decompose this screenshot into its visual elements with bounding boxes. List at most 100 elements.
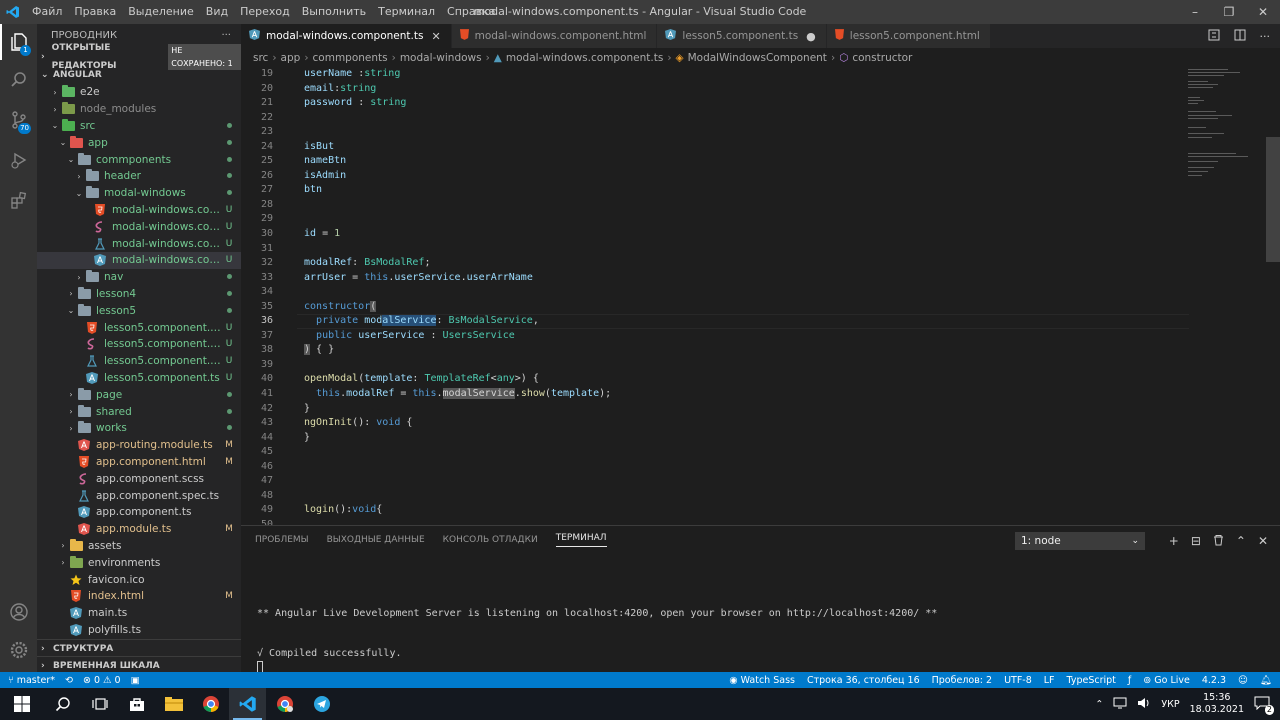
tree-file[interactable]: app.component.spec.ts [37,487,241,504]
terminal-select[interactable]: 1: node ⌄ [1015,532,1145,550]
tree-folder[interactable]: ⌄ modal-windows [37,185,241,202]
go-live-status[interactable]: ⊚ Go Live [1143,675,1190,686]
tree-file[interactable]: lesson5.component.scss U [37,336,241,353]
keyboard-language[interactable]: УКР [1161,699,1179,710]
editor-tab[interactable]: lesson5.component.html [826,24,991,48]
tree-folder[interactable]: › shared [37,403,241,420]
tree-file[interactable]: favicon.ico [37,571,241,588]
tree-folder[interactable]: ⌄ src [37,118,241,135]
tab-debug-console[interactable]: КОНСОЛЬ ОТЛАДКИ [443,535,538,545]
minimap[interactable] [1186,67,1266,525]
tree-file[interactable]: modal-windows.compo... U [37,202,241,219]
menu-view[interactable]: Вид [200,0,234,24]
split-terminal-icon[interactable]: ⊟ [1191,534,1201,548]
tab-problems[interactable]: ПРОБЛЕМЫ [255,535,309,545]
chrome-icon[interactable] [192,688,229,720]
settings-gear-icon[interactable] [0,632,37,668]
terminal-output[interactable]: ** Angular Live Development Server is li… [257,566,937,674]
close-tab-icon[interactable]: ✕ [431,30,440,43]
tree-folder[interactable]: ⌄ commponents [37,151,241,168]
tree-folder[interactable]: › lesson4 [37,286,241,303]
tree-folder[interactable]: › header [37,168,241,185]
problems-status[interactable]: ⊗ 0 ⚠ 0 [83,675,121,686]
source-control-icon[interactable]: 70 [0,102,37,138]
notification-center-icon[interactable]: 2 [1254,696,1274,715]
tree-file[interactable]: modal-windows.compo... U [37,251,241,269]
clock[interactable]: 15:36 18.03.2021 [1190,692,1244,716]
menu-go[interactable]: Переход [234,0,296,24]
version-status[interactable]: 4.2.3 [1202,675,1226,686]
run-debug-icon[interactable] [0,142,37,178]
outline-section[interactable]: › СТРУКТУРА [37,639,241,656]
maximize-button[interactable]: ❐ [1212,0,1246,24]
tree-folder[interactable]: › e2e [37,84,241,101]
tree-file[interactable]: lesson5.component.ts U [37,370,241,387]
bell-icon[interactable]: 🔔︎ [1260,675,1272,686]
unsaved-dot-icon[interactable]: ● [806,30,816,43]
editor-tab[interactable]: modal-windows.component.ts ✕ [241,24,452,48]
code-lines[interactable]: userName :string email:string password : s… [304,67,1204,525]
split-editor-icon[interactable] [1234,29,1246,44]
tree-file[interactable]: modal-windows.compo... U [37,235,241,252]
tree-file[interactable]: index.html M [37,588,241,605]
code-editor[interactable]: 19 20 21 22 23 24 25 26 27 28 29 30 31 32 33 34 35 36 37 38… [241,67,1280,525]
editor-tab[interactable]: lesson5.component.ts ● [657,24,827,48]
breadcrumb-src[interactable]: src [253,52,268,64]
start-button-icon[interactable] [0,688,44,720]
file-explorer-taskbar-icon[interactable] [155,688,192,720]
breadcrumb-file[interactable]: modal-windows.component.ts [506,52,663,64]
open-changes-icon[interactable] [1208,29,1220,44]
encoding-status[interactable]: UTF-8 [1004,675,1032,686]
editor-scrollbar-thumb[interactable] [1266,137,1280,262]
menu-selection[interactable]: Выделение [122,0,200,24]
breadcrumb-app[interactable]: app [281,52,301,64]
tree-file[interactable]: lesson5.component.spec.ts U [37,353,241,370]
tab-output[interactable]: ВЫХОДНЫЕ ДАННЫЕ [327,535,425,545]
tree-folder[interactable]: › assets [37,538,241,555]
account-icon[interactable] [0,594,37,630]
minimize-button[interactable]: – [1178,0,1212,24]
tree-file[interactable]: main.ts [37,605,241,622]
tree-file[interactable]: lesson5.component.html U [37,319,241,336]
watch-sass-status[interactable]: ◉ Watch Sass [729,675,795,686]
eol-status[interactable]: LF [1044,675,1055,686]
new-terminal-icon[interactable]: + [1169,534,1179,548]
chrome-profile-icon[interactable] [266,688,303,720]
task-view-icon[interactable] [81,688,118,720]
tree-folder[interactable]: ⌄ app [37,134,241,151]
branch-status[interactable]: ⑂ master* [8,675,55,686]
timeline-section[interactable]: › ВРЕМЕННАЯ ШКАЛА [37,656,241,672]
tree-file[interactable]: app.module.ts M [37,521,241,538]
tree-folder[interactable]: › nav [37,269,241,286]
search-icon[interactable] [0,62,37,98]
indentation-status[interactable]: Пробелов: 2 [932,675,992,686]
feedback-icon[interactable]: ☺ [1238,675,1248,686]
tree-file[interactable]: app-routing.module.ts M [37,437,241,454]
breadcrumb-class[interactable]: ModalWindowsComponent [688,52,827,64]
tree-file[interactable]: app.component.html M [37,454,241,471]
tree-folder[interactable]: ⌄ lesson5 [37,302,241,319]
tree-folder[interactable]: › works [37,420,241,437]
menu-run[interactable]: Выполнить [296,0,372,24]
explorer-icon[interactable]: 1 [0,24,37,60]
close-window-button[interactable]: ✕ [1246,0,1280,24]
sync-icon[interactable]: ⟲ [65,675,73,686]
menu-terminal[interactable]: Терминал [372,0,441,24]
more-actions-icon[interactable]: ··· [1260,30,1271,43]
telegram-icon[interactable] [303,688,340,720]
taskbar-search-icon[interactable] [44,688,81,720]
network-icon[interactable] [1113,697,1127,712]
tree-folder[interactable]: › node_modules [37,101,241,118]
tree-file[interactable]: modal-windows.compo... U [37,218,241,235]
menu-help[interactable]: Справка [441,0,501,24]
tray-up-arrow-icon[interactable]: ⌃ [1095,699,1103,710]
tree-folder[interactable]: › page [37,386,241,403]
kill-terminal-icon[interactable] [1213,534,1224,549]
breadcrumb-modal-windows[interactable]: modal-windows [400,52,482,64]
tree-file[interactable]: app.component.ts [37,504,241,521]
extensions-icon[interactable] [0,182,37,218]
tree-file[interactable]: polyfills.ts [37,622,241,639]
tree-folder[interactable]: › environments [37,554,241,571]
tab-terminal[interactable]: ТЕРМИНАЛ [555,533,607,547]
ports-icon[interactable]: ▣ [131,675,140,686]
